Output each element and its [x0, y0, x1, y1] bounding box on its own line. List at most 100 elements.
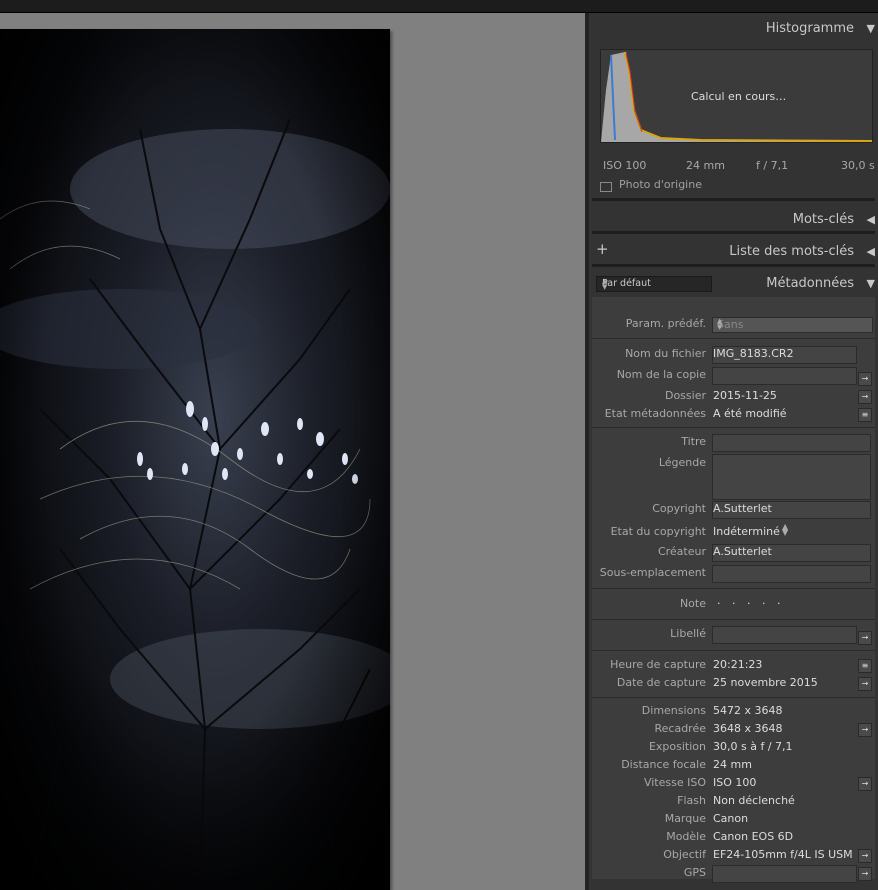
list-icon[interactable]: ≡ — [858, 408, 872, 422]
folder-label: Dossier — [664, 389, 706, 402]
creator-label: Créateur — [657, 545, 706, 558]
triangle-down-icon[interactable]: ▼ — [867, 22, 875, 35]
arrow-right-icon[interactable]: → — [858, 677, 872, 691]
metadata-header[interactable]: Métadonnées ▼ — [589, 270, 878, 298]
folder-row: Dossier 2015-11-25 — [592, 387, 875, 405]
group-separator — [592, 650, 875, 651]
filename-value: IMG_8183.CR2 — [713, 347, 794, 360]
dimensions-row: Dimensions 5472 x 3648 — [592, 702, 875, 720]
metadata-panel: Param. prédéf. Sans ▲ ▼ Nom du fichier IM… — [592, 297, 875, 883]
sublocation-row: Sous-emplacement — [592, 564, 875, 582]
histogram-title: Histogramme — [765, 21, 854, 36]
preset-select[interactable]: Sans ▲ ▼ — [712, 317, 873, 333]
copyright-row: Copyright A.Sutterlet — [592, 500, 875, 518]
capture-time-label: Heure de capture — [610, 658, 706, 671]
keyword-list-title: Liste des mots-clés — [729, 244, 854, 259]
lens-row: Objectif EF24-105mm f/4L IS USM — [592, 846, 875, 864]
arrow-right-icon[interactable]: → — [858, 867, 872, 881]
title-label: Titre — [681, 435, 706, 448]
keyword-list-header[interactable]: Liste des mots-clés ◀ — [589, 238, 878, 266]
filename-row: Nom du fichier IMG_8183.CR2 — [592, 345, 875, 363]
make-label: Marque — [664, 812, 706, 825]
copy-name-label: Nom de la copie — [616, 368, 706, 381]
metadata-status-row: Etat métadonnées A été modifié — [592, 405, 875, 423]
cropped-label: Recadrée — [654, 722, 706, 735]
capture-date-row: Date de capture 25 novembre 2015 — [592, 674, 875, 692]
model-row: Modèle Canon EOS 6D — [592, 828, 875, 846]
metadata-title: Métadonnées — [766, 276, 854, 291]
separator — [592, 198, 875, 201]
focal-length-label: Distance focale — [621, 758, 706, 771]
title-row: Titre — [592, 433, 875, 451]
arrow-right-icon[interactable]: → — [858, 631, 872, 645]
rating-stars[interactable]: · · · · · — [717, 597, 784, 610]
capture-date-value: 25 novembre 2015 — [713, 676, 818, 689]
exposure-value: 30,0 s à f / 7,1 — [713, 740, 793, 753]
triangle-left-icon[interactable]: ◀ — [867, 245, 875, 258]
histogram-chart[interactable]: Calcul en cours… — [600, 49, 873, 143]
tree-silhouette — [0, 29, 390, 890]
histogram-aperture: f / 7,1 — [756, 159, 789, 172]
rating-row: Note · · · · · — [592, 595, 875, 613]
group-separator — [592, 427, 875, 428]
exposure-label: Exposition — [648, 740, 706, 753]
label-row: Libellé — [592, 625, 875, 643]
metadata-status-label: Etat métadonnées — [604, 407, 706, 420]
updown-icon: ▲ ▼ — [717, 317, 723, 331]
separator — [592, 231, 875, 234]
copy-name-row: Nom de la copie — [592, 366, 875, 384]
filename-label: Nom du fichier — [625, 347, 706, 360]
image-viewer[interactable] — [0, 13, 585, 890]
histogram-header[interactable]: Histogramme ▼ — [589, 15, 878, 43]
histogram-shutter: 30,0 s — [841, 159, 875, 172]
keywords-header[interactable]: Mots-clés ◀ — [589, 206, 878, 234]
caption-label: Légende — [658, 456, 706, 469]
right-panel: Histogramme ▼ Calcul en cours… ISO 100 2… — [589, 13, 878, 890]
preset-label: Param. prédéf. — [625, 317, 706, 330]
sublocation-label: Sous-emplacement — [599, 566, 706, 579]
creator-value: A.Sutterlet — [713, 545, 772, 558]
original-photo-checkbox[interactable] — [600, 182, 612, 192]
make-row: Marque Canon — [592, 810, 875, 828]
iso-value: ISO 100 — [713, 776, 757, 789]
model-label: Modèle — [666, 830, 706, 843]
keywords-title: Mots-clés — [792, 212, 854, 227]
model-value: Canon EOS 6D — [713, 830, 794, 843]
lens-label: Objectif — [663, 848, 706, 861]
copyright-status-row[interactable]: Etat du copyright Indéterminé ▲ ▼ — [592, 523, 875, 541]
flash-row: Flash Non déclenché — [592, 792, 875, 810]
copyright-status-label: Etat du copyright — [610, 525, 706, 538]
photo-preview[interactable] — [0, 29, 390, 890]
focal-length-row: Distance focale 24 mm — [592, 756, 875, 774]
group-separator — [592, 588, 875, 589]
make-value: Canon — [713, 812, 749, 825]
dimensions-value: 5472 x 3648 — [713, 704, 783, 717]
capture-date-label: Date de capture — [616, 676, 706, 689]
capture-time-value: 20:21:23 — [713, 658, 763, 671]
label-label: Libellé — [670, 627, 706, 640]
separator — [592, 264, 875, 267]
histogram-iso: ISO 100 — [603, 159, 647, 172]
copyright-status-value[interactable]: Indéterminé — [713, 525, 780, 538]
arrow-right-icon[interactable]: → — [858, 723, 872, 737]
updown-icon[interactable]: ▲ ▼ — [782, 523, 788, 537]
dimensions-label: Dimensions — [641, 704, 706, 717]
arrow-right-icon[interactable]: → — [858, 849, 872, 863]
top-bar — [0, 0, 878, 13]
triangle-down-icon[interactable]: ▼ — [867, 277, 875, 290]
triangle-left-icon[interactable]: ◀ — [867, 213, 875, 226]
arrow-right-icon[interactable]: → — [858, 372, 872, 386]
arrow-right-icon[interactable]: → — [858, 777, 872, 791]
gps-label: GPS — [683, 866, 706, 879]
creator-row: Créateur A.Sutterlet — [592, 543, 875, 561]
original-photo-label: Photo d'origine — [619, 178, 702, 191]
list-icon[interactable]: ≡ — [858, 659, 872, 673]
capture-time-row: Heure de capture 20:21:23 — [592, 656, 875, 674]
histogram-focal: 24 mm — [686, 159, 725, 172]
exposure-row: Exposition 30,0 s à f / 7,1 — [592, 738, 875, 756]
flash-value: Non déclenché — [713, 794, 795, 807]
arrow-right-icon[interactable]: → — [858, 390, 872, 404]
gps-row: GPS — [592, 864, 875, 882]
metadata-status-value: A été modifié — [713, 407, 787, 420]
copyright-value: A.Sutterlet — [713, 502, 772, 515]
